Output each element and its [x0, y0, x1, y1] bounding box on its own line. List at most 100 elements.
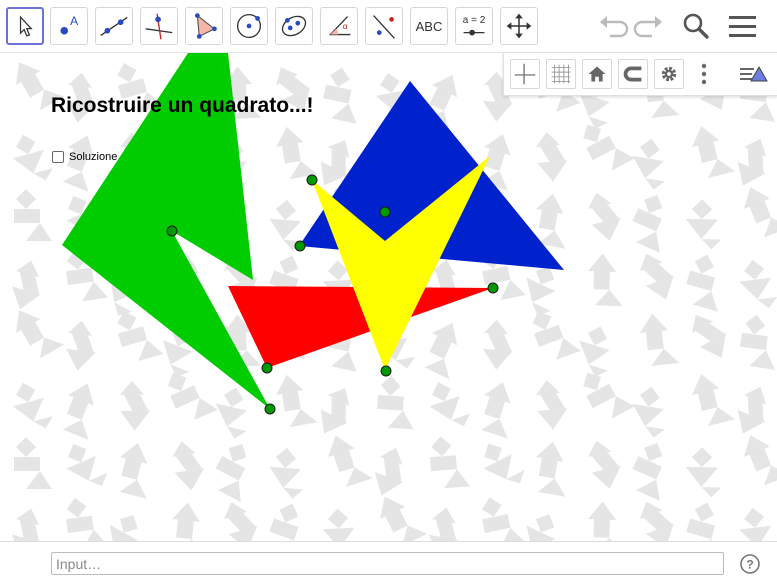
tangram-silhouette [685, 447, 722, 498]
point[interactable] [294, 240, 306, 252]
graphics-view[interactable]: Ricostruire un quadrato...! Soluzione [0, 53, 777, 541]
point-capturing-button[interactable] [618, 59, 648, 89]
tangram-silhouette [424, 322, 458, 380]
grid-icon [551, 64, 571, 84]
toggle-grid-button[interactable] [546, 59, 576, 89]
tangram-silhouette [483, 319, 514, 370]
tangram-silhouette [66, 443, 108, 487]
arrow-cursor-icon [19, 15, 33, 37]
tangram-silhouette [66, 320, 96, 371]
point[interactable] [166, 225, 178, 237]
circle-center-point-tool[interactable] [230, 7, 268, 45]
tangram-silhouette [588, 192, 621, 241]
style-bar-toggle-button[interactable] [736, 59, 772, 89]
graphics-settings-button[interactable] [654, 59, 684, 89]
tangram-silhouette [692, 374, 736, 427]
point-tool[interactable]: A [50, 7, 88, 45]
tangram-silhouette [269, 447, 304, 499]
tangram-silhouette [640, 313, 680, 366]
text-tool[interactable]: ABC [410, 7, 448, 45]
tangram-silhouette [632, 194, 663, 253]
text-tool-label: ABC [415, 18, 443, 34]
reflect-line-icon [373, 15, 395, 39]
tangram-silhouette [739, 507, 777, 541]
tangram-silhouette [737, 386, 767, 434]
tangram-silhouette [66, 497, 109, 541]
tangram-silhouette [109, 515, 138, 541]
tangram-silhouette [12, 134, 53, 181]
menu-icon [729, 16, 756, 37]
reflect-tool[interactable] [365, 7, 403, 45]
move-graphics-view-tool[interactable] [500, 7, 538, 45]
tangram-silhouette [172, 441, 205, 491]
standard-view-button[interactable] [582, 59, 612, 89]
point[interactable] [264, 403, 276, 415]
tangram-silhouette [744, 435, 777, 486]
polygon-icon [195, 13, 217, 39]
tangram-silhouette [14, 437, 52, 489]
tangram-silhouette [692, 314, 726, 358]
tangram-silhouette [215, 387, 248, 439]
undo-button[interactable] [596, 10, 630, 42]
tangram-silhouette [172, 502, 205, 541]
tangram-silhouette [481, 497, 526, 541]
more-options-button[interactable] [696, 59, 712, 89]
point[interactable] [380, 365, 392, 377]
tangram-silhouette [632, 138, 665, 190]
solution-checkbox-row[interactable]: Soluzione [52, 151, 117, 163]
point[interactable] [306, 174, 318, 186]
tangram-silhouette [532, 310, 581, 360]
svg-text:α: α [343, 21, 348, 31]
tangram-silhouette [588, 253, 623, 307]
toggle-axes-button[interactable] [510, 59, 540, 89]
tangram-silhouette [374, 447, 404, 496]
angle-icon: α [328, 16, 351, 36]
tangram-silhouette [12, 382, 53, 429]
tangram-silhouette [322, 508, 360, 541]
conic-tool[interactable] [275, 7, 313, 45]
line-icon [100, 16, 128, 37]
tangram-silhouette [323, 67, 357, 124]
tangram-silhouette [11, 260, 41, 310]
tangram-silhouette [481, 382, 511, 439]
redo-button[interactable] [632, 10, 666, 42]
tangram-silhouette [536, 132, 568, 182]
redo-icon [633, 16, 662, 38]
home-icon [588, 66, 606, 82]
angle-tool[interactable]: α [320, 7, 358, 45]
slider-tool[interactable]: a = 2 [455, 7, 493, 45]
tangram-silhouette [692, 126, 736, 179]
perpendicular-line-tool[interactable] [140, 7, 178, 45]
graphics-canvas[interactable] [0, 53, 777, 541]
tangram-silhouette [167, 372, 218, 421]
algebra-input-bar: ? [0, 541, 777, 587]
point[interactable] [487, 282, 499, 294]
search-button[interactable] [679, 10, 713, 42]
tangram-silhouette [739, 259, 777, 309]
svg-text:A: A [70, 14, 79, 28]
polygon-tool[interactable] [185, 7, 223, 45]
more-vertical-icon [701, 63, 707, 85]
line-tool[interactable] [95, 7, 133, 45]
algebra-input-field[interactable] [51, 552, 724, 575]
tangram-silhouette [276, 374, 318, 428]
tangram-silhouette [328, 435, 373, 487]
perpendicular-icon [145, 13, 173, 40]
point[interactable] [379, 206, 391, 218]
tangram-silhouette [62, 383, 94, 441]
svg-text:?: ? [746, 558, 753, 572]
tangram-silhouette [632, 442, 663, 501]
input-help-button[interactable]: ? [739, 553, 761, 575]
move-tool[interactable] [6, 7, 44, 45]
tangram-silhouette [119, 442, 148, 499]
tangram-silhouette [215, 444, 247, 503]
solution-checkbox[interactable] [52, 151, 64, 163]
axes-icon [514, 63, 536, 85]
tangram-silhouette [632, 386, 665, 438]
move-arrows-icon [506, 13, 532, 39]
slider-icon [463, 29, 485, 36]
main-menu-button[interactable] [726, 10, 760, 42]
tangram-silhouette [429, 382, 471, 427]
tangram-silhouette [276, 126, 318, 180]
point[interactable] [261, 362, 273, 374]
